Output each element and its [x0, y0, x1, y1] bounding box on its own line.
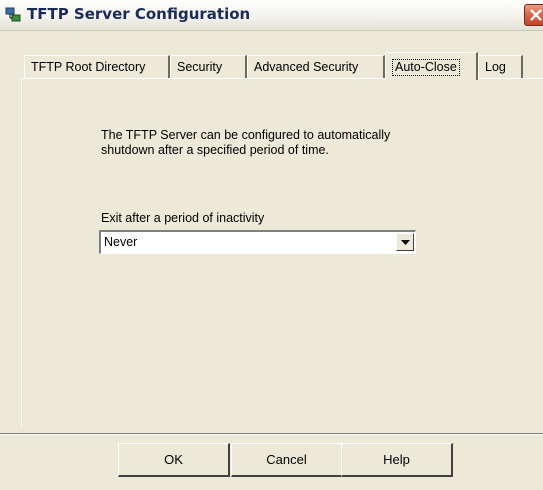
tab-label: TFTP Root Directory	[31, 60, 146, 74]
dropdown-button[interactable]	[396, 233, 414, 251]
exit-inactivity-select[interactable]: Never	[99, 230, 416, 254]
tab-auto-close[interactable]: Auto-Close	[385, 52, 478, 80]
footer-divider-highlight	[0, 434, 543, 435]
tab-strip: TFTP Root Directory Security Advanced Se…	[0, 52, 543, 80]
auto-close-description: The TFTP Server can be configured to aut…	[101, 128, 391, 157]
chevron-down-icon	[401, 240, 410, 245]
network-server-icon	[5, 7, 21, 23]
exit-inactivity-value: Never	[104, 235, 138, 249]
exit-inactivity-label: Exit after a period of inactivity	[101, 211, 265, 225]
tab-label: Auto-Close	[392, 59, 460, 76]
close-icon	[530, 9, 542, 21]
cancel-button[interactable]: Cancel	[231, 443, 343, 477]
close-button[interactable]	[524, 4, 543, 26]
tab-label: Log	[485, 60, 506, 74]
help-button[interactable]: Help	[341, 443, 453, 477]
tab-advanced-security[interactable]: Advanced Security	[247, 55, 385, 78]
title-bar[interactable]: TFTP Server Configuration	[0, 0, 543, 31]
tab-log[interactable]: Log	[478, 55, 523, 78]
tab-tftp-root-directory[interactable]: TFTP Root Directory	[24, 55, 170, 78]
window-title: TFTP Server Configuration	[27, 5, 251, 23]
tab-label: Advanced Security	[254, 60, 359, 74]
tab-label: Security	[177, 60, 223, 74]
ok-button[interactable]: OK	[118, 443, 230, 477]
tab-security[interactable]: Security	[170, 55, 247, 78]
